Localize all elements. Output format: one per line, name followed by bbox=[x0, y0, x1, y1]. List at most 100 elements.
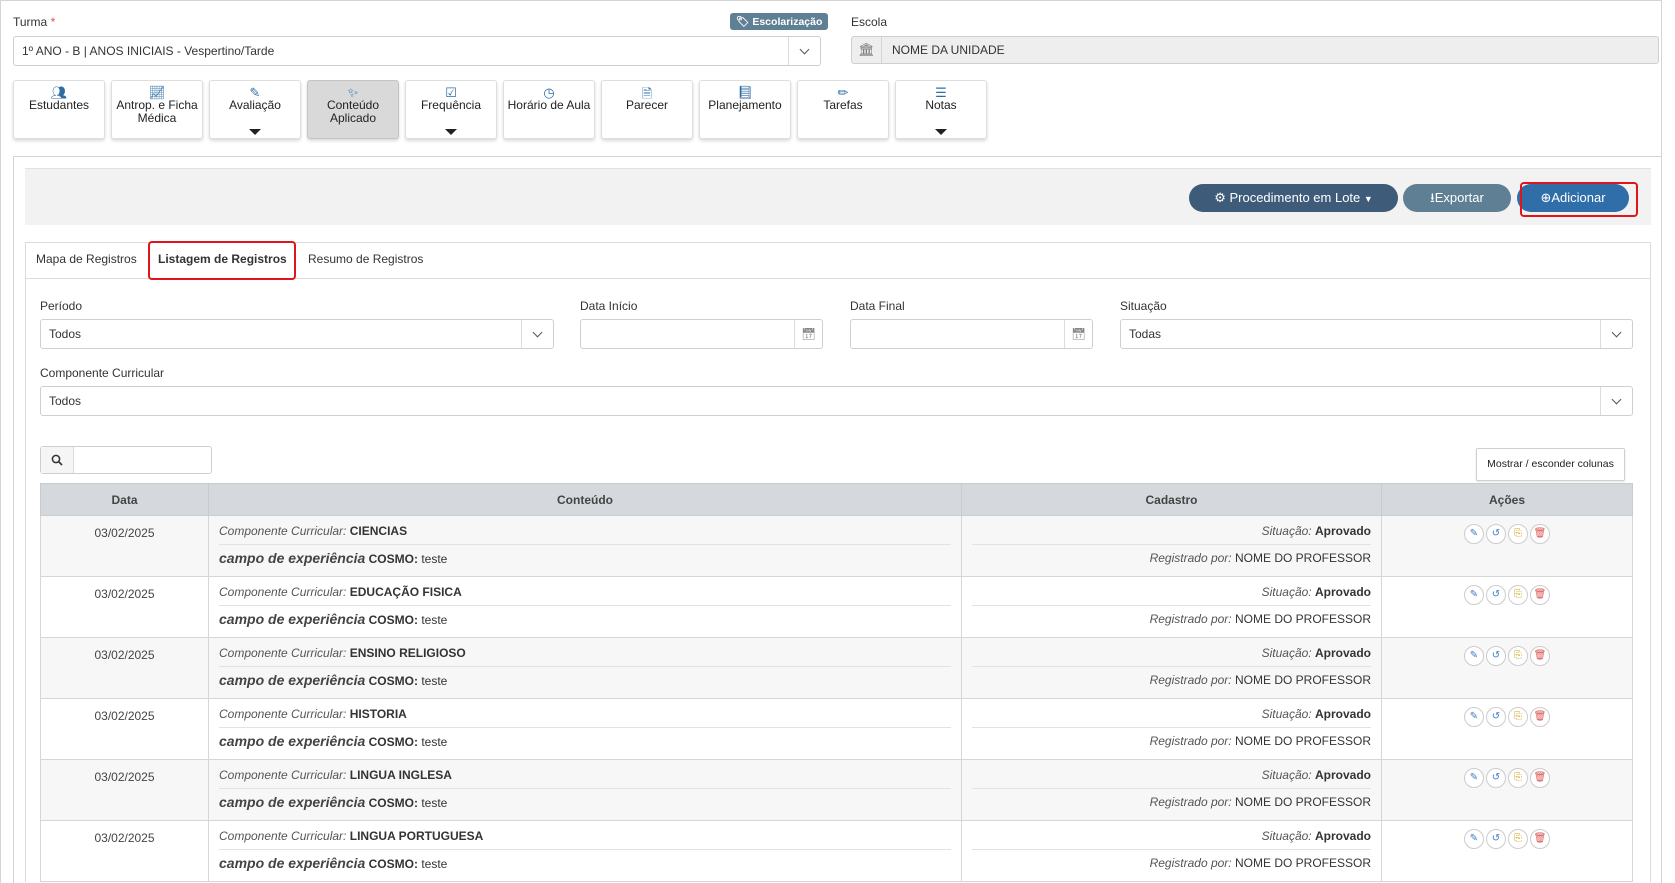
menu-tile-avaliação[interactable]: ✎ Avaliação bbox=[209, 80, 301, 139]
institution-icon: 🏛︎ bbox=[852, 37, 882, 63]
tab-resumo-registros[interactable]: Resumo de Registros bbox=[308, 252, 423, 266]
header-data[interactable]: Data bbox=[40, 483, 209, 516]
chevron-down-icon bbox=[521, 320, 553, 348]
header-conteudo[interactable]: Conteúdo bbox=[208, 483, 962, 516]
book-icon: 📘︎ bbox=[736, 85, 754, 100]
menu-tile-label: Avaliação bbox=[229, 98, 281, 112]
edit-icon[interactable]: ✎ bbox=[1464, 524, 1484, 544]
trash-icon[interactable]: 🗑︎ bbox=[1530, 524, 1550, 544]
escola-label: Escola bbox=[851, 15, 888, 29]
situacao-select[interactable]: Todas bbox=[1120, 319, 1633, 349]
cell-date: 03/02/2025 bbox=[40, 698, 209, 760]
menu-tile-frequência[interactable]: ☑ Frequência bbox=[405, 80, 497, 139]
cell-conteudo: Componente Curricular: HISTORIA campo de … bbox=[208, 698, 962, 760]
trash-icon[interactable]: 🗑︎ bbox=[1530, 768, 1550, 788]
toggle-columns-button[interactable]: Mostrar / esconder colunas bbox=[1476, 448, 1625, 481]
tab-mapa-registros[interactable]: Mapa de Registros bbox=[36, 252, 137, 266]
table-search-input[interactable] bbox=[40, 446, 212, 474]
menu-tile-label: Horário de Aula bbox=[507, 98, 591, 112]
copy-icon[interactable]: ⎘ bbox=[1508, 646, 1528, 666]
file-icon: 🗎︎ bbox=[641, 86, 653, 101]
escola-value: NOME DA UNIDADE bbox=[892, 43, 1005, 57]
situacao-value: Todas bbox=[1129, 327, 1162, 341]
copy-icon[interactable]: ⎘ bbox=[1508, 707, 1528, 727]
cell-date: 03/02/2025 bbox=[40, 820, 209, 882]
componente-label: Componente Curricular bbox=[40, 366, 165, 380]
table-row[interactable]: 03/02/2025 Componente Curricular: LINGUA … bbox=[40, 759, 1633, 821]
records-table: Data Conteúdo Cadastro Ações 03/02/2025 C… bbox=[40, 483, 1633, 882]
trash-icon[interactable]: 🗑︎ bbox=[1530, 707, 1550, 727]
menu-tile-parecer[interactable]: 🗎︎ Parecer bbox=[601, 80, 693, 139]
header-cadastro[interactable]: Cadastro bbox=[961, 483, 1382, 516]
menu-tile-label: Parecer bbox=[625, 98, 669, 112]
copy-icon[interactable]: ⎘ bbox=[1508, 524, 1528, 544]
edit-icon[interactable]: ✎ bbox=[1464, 768, 1484, 788]
history-icon[interactable]: ↺ bbox=[1486, 524, 1506, 544]
situacao-label: Situação bbox=[1120, 299, 1167, 313]
menu-tile-label: Conteúdo Aplicado bbox=[326, 98, 380, 125]
search-icon bbox=[41, 447, 74, 473]
menu-tile-conteúdo-aplicado[interactable]: ✨︎ Conteúdo Aplicado bbox=[307, 80, 399, 139]
menu-tile-estudantes[interactable]: 👥︎ Estudantes bbox=[13, 80, 105, 139]
componente-select[interactable]: Todos bbox=[40, 386, 1633, 416]
trash-icon[interactable]: 🗑︎ bbox=[1530, 646, 1550, 666]
calendar-icon[interactable]: 📅︎ bbox=[1064, 320, 1092, 348]
tag-icon: 🏷︎ bbox=[736, 16, 750, 28]
check-square-icon: ☑ bbox=[445, 85, 457, 100]
menu-tile-label: Tarefas bbox=[823, 98, 863, 112]
edit-icon[interactable]: ✎ bbox=[1464, 585, 1484, 605]
cell-cadastro: Situação: Aprovado Registrado por: NOME D… bbox=[961, 515, 1382, 577]
table-row[interactable]: 03/02/2025 Componente Curricular: ENSINO … bbox=[40, 637, 1633, 699]
procedimento-lote-button[interactable]: ⚙︎ Procedimento em Lote ▼ bbox=[1189, 184, 1398, 212]
pencil-icon: ✏︎ bbox=[837, 85, 849, 100]
menu-tile-label: Planejamento bbox=[708, 98, 782, 112]
table-row[interactable]: 03/02/2025 Componente Curricular: CIENCIA… bbox=[40, 515, 1633, 577]
data-final-label: Data Final bbox=[850, 299, 905, 313]
cell-date: 03/02/2025 bbox=[40, 515, 209, 577]
header-acoes: Ações bbox=[1381, 483, 1633, 516]
data-inicio-input[interactable]: 📅︎ bbox=[580, 319, 823, 349]
cell-cadastro: Situação: Aprovado Registrado por: NOME D… bbox=[961, 576, 1382, 638]
edit-icon[interactable]: ✎ bbox=[1464, 707, 1484, 727]
chart-line-icon: 📈︎ bbox=[148, 85, 166, 100]
history-icon[interactable]: ↺ bbox=[1486, 646, 1506, 666]
trash-icon[interactable]: 🗑︎ bbox=[1530, 829, 1550, 849]
cell-conteudo: Componente Curricular: CIENCIAS campo de … bbox=[208, 515, 962, 577]
caret-down-icon bbox=[935, 129, 947, 135]
cell-acoes: ✎ ↺ ⎘ 🗑︎ bbox=[1381, 515, 1633, 577]
table-row[interactable]: 03/02/2025 Componente Curricular: EDUCAÇÃ… bbox=[40, 576, 1633, 638]
cell-conteudo: Componente Curricular: LINGUA PORTUGUESA… bbox=[208, 820, 962, 882]
componente-value: Todos bbox=[49, 394, 82, 408]
history-icon[interactable]: ↺ bbox=[1486, 768, 1506, 788]
exportar-button[interactable]: ⭳Exportar bbox=[1403, 184, 1511, 212]
edit-icon[interactable]: ✎ bbox=[1464, 829, 1484, 849]
cell-conteudo: Componente Curricular: EDUCAÇÃO FISICA ca… bbox=[208, 576, 962, 638]
menu-tile-horário-de-aula[interactable]: ◷ Horário de Aula bbox=[503, 80, 595, 139]
copy-icon[interactable]: ⎘ bbox=[1508, 585, 1528, 605]
chevron-down-icon bbox=[788, 37, 820, 65]
copy-icon[interactable]: ⎘ bbox=[1508, 768, 1528, 788]
periodo-label: Período bbox=[40, 299, 83, 313]
menu-tile-planejamento[interactable]: 📘︎ Planejamento bbox=[699, 80, 791, 139]
cell-acoes: ✎ ↺ ⎘ 🗑︎ bbox=[1381, 759, 1633, 821]
history-icon[interactable]: ↺ bbox=[1486, 707, 1506, 727]
edit-icon[interactable]: ✎ bbox=[1464, 646, 1484, 666]
trash-icon[interactable]: 🗑︎ bbox=[1530, 585, 1550, 605]
history-icon[interactable]: ↺ bbox=[1486, 585, 1506, 605]
table-row[interactable]: 03/02/2025 Componente Curricular: LINGUA … bbox=[40, 820, 1633, 882]
copy-icon[interactable]: ⎘ bbox=[1508, 829, 1528, 849]
data-final-input[interactable]: 📅︎ bbox=[850, 319, 1093, 349]
menu-tile-notas[interactable]: ☰ Notas bbox=[895, 80, 987, 139]
clock-icon: ◷ bbox=[543, 85, 555, 100]
escolarizacao-badge[interactable]: 🏷︎ Escolarização bbox=[730, 13, 829, 30]
calendar-icon[interactable]: 📅︎ bbox=[794, 320, 822, 348]
menu-tile-antrop-e-ficha-médica[interactable]: 📈︎ Antrop. e Ficha Médica bbox=[111, 80, 203, 139]
periodo-select[interactable]: Todos bbox=[40, 319, 554, 349]
table-row[interactable]: 03/02/2025 Componente Curricular: HISTORI… bbox=[40, 698, 1633, 760]
data-inicio-label: Data Início bbox=[580, 299, 638, 313]
cell-conteudo: Componente Curricular: ENSINO RELIGIOSO c… bbox=[208, 637, 962, 699]
cell-conteudo: Componente Curricular: LINGUA INGLESA cam… bbox=[208, 759, 962, 821]
menu-tile-tarefas[interactable]: ✏︎ Tarefas bbox=[797, 80, 889, 139]
turma-select[interactable]: 1º ANO - B | ANOS INICIAIS - Vespertino/… bbox=[13, 36, 821, 66]
history-icon[interactable]: ↺ bbox=[1486, 829, 1506, 849]
